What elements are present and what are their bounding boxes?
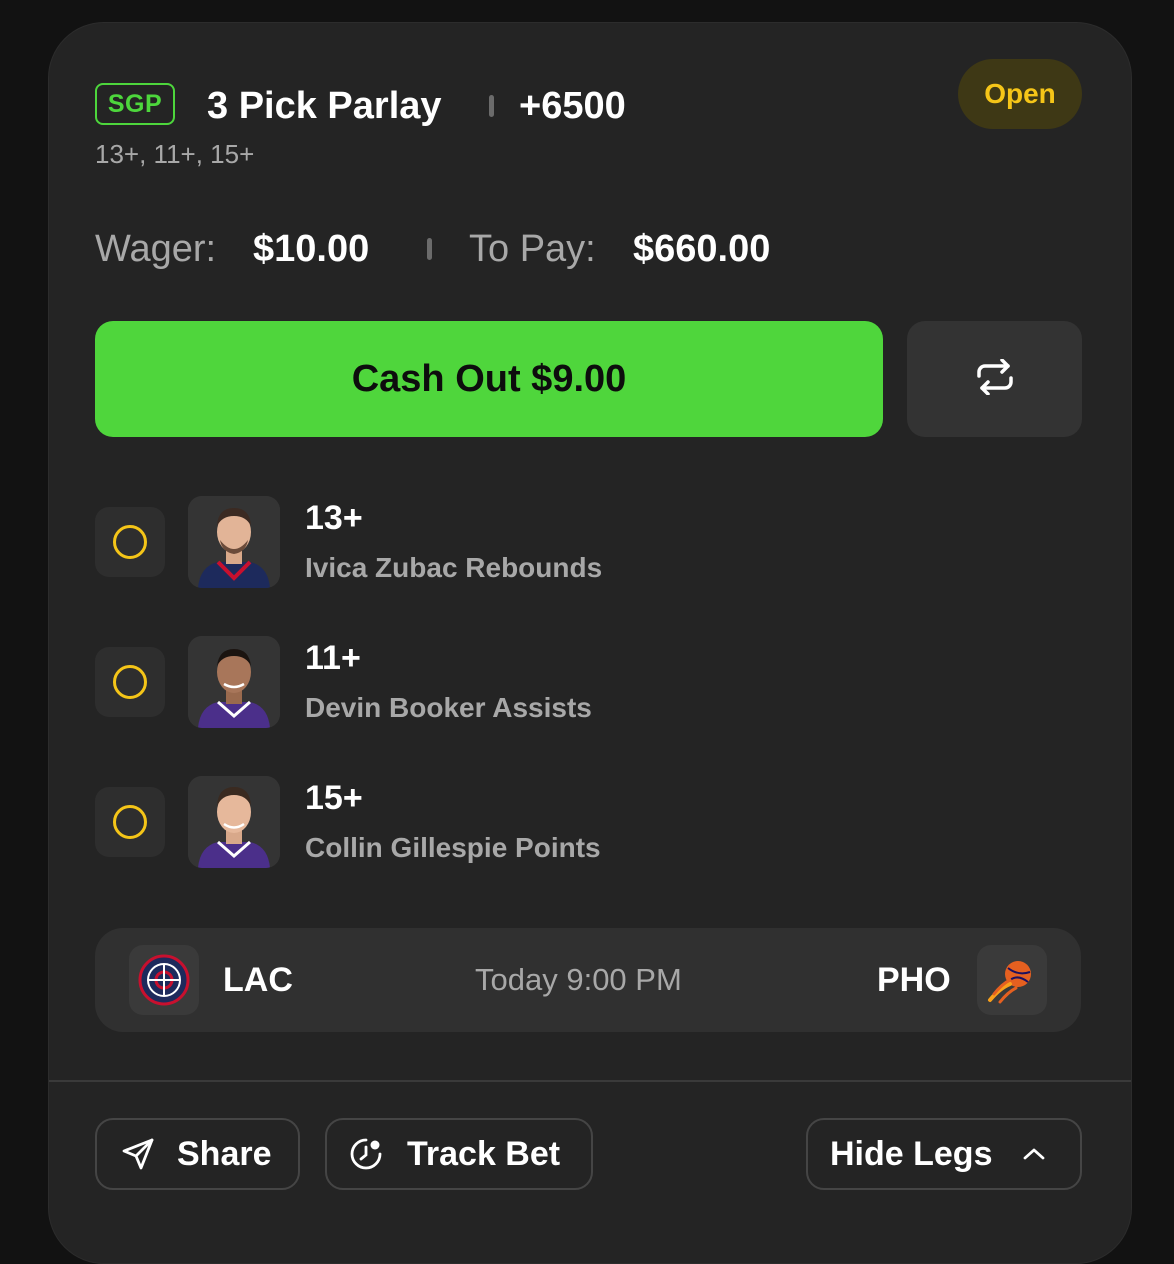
pending-circle-icon [113,665,147,699]
status-badge: Open [958,59,1082,129]
topay-value: $660.00 [633,228,771,270]
hide-legs-button[interactable]: Hide Legs [806,1118,1082,1190]
player-headshot [188,776,280,868]
home-team: PHO [877,961,951,999]
leg-description: Ivica Zubac Rebounds [305,552,603,583]
bet-title: 3 Pick Parlay [207,85,442,127]
leg-description: Collin Gillespie Points [305,832,601,863]
track-bet-label: Track Bet [407,1134,561,1173]
section-divider [49,1080,1131,1082]
suns-logo-icon [977,945,1047,1015]
share-button[interactable]: Share [95,1118,300,1190]
away-team: LAC [223,961,293,999]
clippers-logo-icon [129,945,199,1015]
pending-circle-icon [113,525,147,559]
amount-divider [427,238,432,260]
game-info-row[interactable]: LAC Today 9:00 PM PHO [95,928,1081,1032]
player-headshot [188,636,280,728]
pending-circle-icon [113,805,147,839]
cash-out-button[interactable]: Cash Out $9.00 [95,321,883,437]
repeat-arrows-icon [974,357,1016,400]
leg-status-indicator [95,507,165,577]
share-label: Share [177,1134,272,1173]
player-headshot [188,496,280,588]
title-divider [489,95,494,117]
bet-odds: +6500 [519,85,626,127]
leg-line: 11+ [305,639,361,677]
bet-card: SGP 3 Pick Parlay +6500 13+, 11+, 15+ Op… [48,22,1132,1264]
game-time: Today 9:00 PM [475,962,682,997]
sgp-badge: SGP [95,83,175,125]
send-icon [121,1137,155,1171]
track-bet-button[interactable]: Track Bet [325,1118,593,1190]
leg-status-indicator [95,647,165,717]
leg-status-indicator [95,787,165,857]
leg-line: 13+ [305,499,363,537]
refresh-button[interactable] [907,321,1082,437]
timer-icon [349,1137,383,1171]
leg-line: 15+ [305,779,363,817]
hide-legs-label: Hide Legs [830,1134,993,1173]
leg-description: Devin Booker Assists [305,692,592,723]
wager-value: $10.00 [253,228,370,270]
wager-label: Wager: [95,228,217,270]
topay-label: To Pay: [469,228,596,270]
bet-summary: 13+, 11+, 15+ [95,139,255,169]
chevron-up-icon [1022,1146,1046,1162]
